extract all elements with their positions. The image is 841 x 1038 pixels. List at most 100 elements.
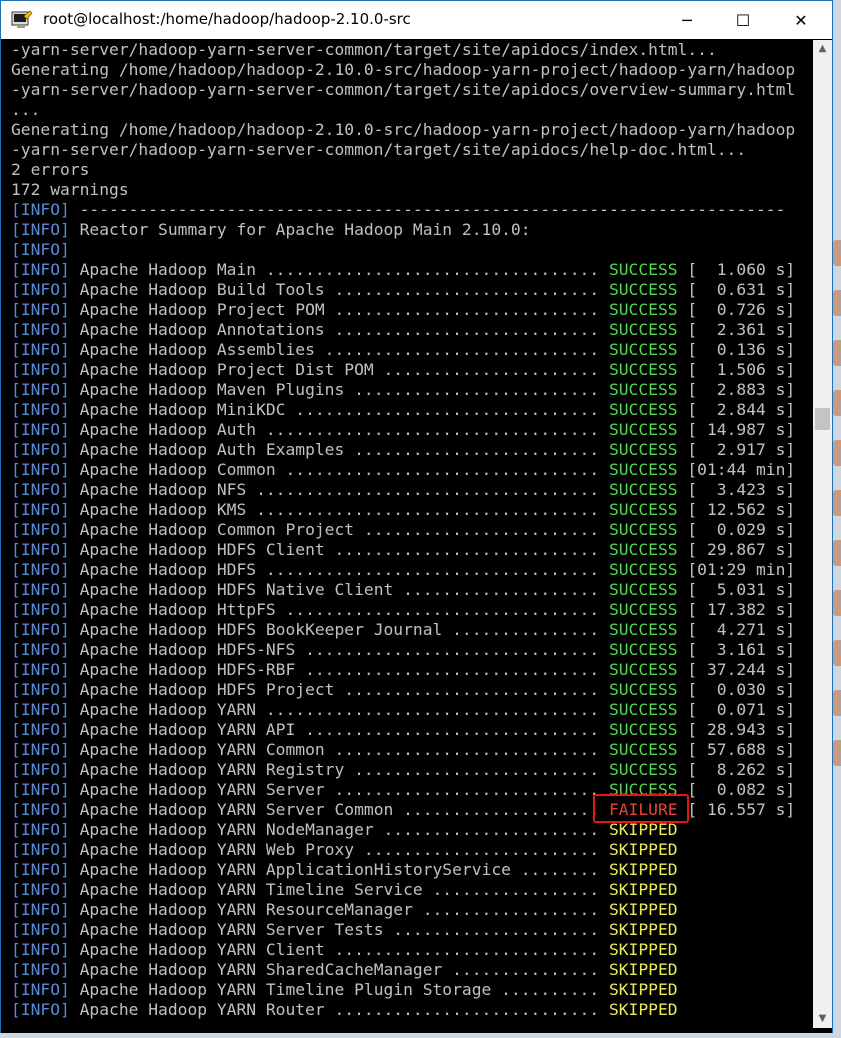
- module-status: SUCCESS: [608, 760, 678, 779]
- info-tag: [INFO]: [11, 380, 70, 399]
- module-name: Apache Hadoop Auth .....................…: [69, 420, 609, 439]
- module-time: [ 0.029 s]: [677, 520, 796, 539]
- module-name: Apache Hadoop YARN Router ..............…: [69, 1000, 609, 1019]
- info-tag: [INFO]: [11, 440, 70, 459]
- preamble-text: 2 errors: [11, 160, 90, 179]
- scroll-up-arrow-icon[interactable]: ▲: [813, 40, 832, 58]
- module-row: [INFO] Apache Hadoop Auth ..............…: [11, 420, 813, 440]
- preamble-line: Generating /home/hadoop/hadoop-2.10.0-sr…: [11, 60, 813, 80]
- preamble-line: ...: [11, 100, 813, 120]
- module-name: Apache Hadoop YARN Common ..............…: [69, 740, 609, 759]
- module-row: [INFO] Apache Hadoop Build Tools .......…: [11, 280, 813, 300]
- module-status: SUCCESS: [608, 380, 678, 399]
- module-name: Apache Hadoop YARN Server Tests ........…: [69, 920, 609, 939]
- module-row: [INFO] Apache Hadoop YARN Server Tests .…: [11, 920, 813, 940]
- module-name: Apache Hadoop HDFS .....................…: [69, 560, 609, 579]
- info-tag: [INFO]: [11, 340, 70, 359]
- scroll-thumb[interactable]: [815, 408, 830, 430]
- module-row: [INFO] Apache Hadoop NFS ...............…: [11, 480, 813, 500]
- module-time: [ 1.506 s]: [677, 360, 796, 379]
- module-row: [INFO] Apache Hadoop YARN API ..........…: [11, 720, 813, 740]
- separator-line: [INFO] ---------------------------------…: [11, 200, 813, 220]
- module-status: SUCCESS: [608, 340, 678, 359]
- module-row: [INFO] Apache Hadoop Project POM .......…: [11, 300, 813, 320]
- module-name: Apache Hadoop Annotations ..............…: [69, 320, 609, 339]
- module-status: SUCCESS: [608, 620, 678, 639]
- module-status: SKIPPED: [608, 880, 678, 899]
- module-name: Apache Hadoop Main .....................…: [69, 260, 609, 279]
- title-bar[interactable]: root@localhost:/home/hadoop/hadoop-2.10.…: [1, 1, 832, 39]
- module-status: SUCCESS: [608, 560, 678, 579]
- module-status: SUCCESS: [608, 320, 678, 339]
- module-status: SUCCESS: [608, 740, 678, 759]
- module-row: [INFO] Apache Hadoop YARN Common .......…: [11, 740, 813, 760]
- preamble-text: 172 warnings: [11, 180, 129, 199]
- vertical-scrollbar[interactable]: ▲ ▼: [813, 40, 832, 1028]
- summary-title: Reactor Summary for Apache Hadoop Main 2…: [69, 220, 531, 239]
- preamble-text: ...: [11, 100, 41, 119]
- module-name: Apache Hadoop Maven Plugins ............…: [69, 380, 609, 399]
- module-status: SKIPPED: [608, 920, 678, 939]
- close-button[interactable]: ✕: [778, 1, 824, 39]
- module-time: [ 4.271 s]: [677, 620, 796, 639]
- info-tag: [INFO]: [11, 960, 70, 979]
- info-tag: [INFO]: [11, 660, 70, 679]
- failure-highlight-box: [593, 794, 689, 823]
- module-row: [INFO] Apache Hadoop HDFS Native Client …: [11, 580, 813, 600]
- module-row: [INFO] Apache Hadoop HDFS-RBF ..........…: [11, 660, 813, 680]
- module-row: [INFO] Apache Hadoop Main ..............…: [11, 260, 813, 280]
- separator-text: ----------------------------------------…: [69, 200, 786, 219]
- module-row: [INFO] Apache Hadoop Common Project ....…: [11, 520, 813, 540]
- module-row: [INFO] Apache Hadoop YARN ResourceManage…: [11, 900, 813, 920]
- info-tag: [INFO]: [11, 600, 70, 619]
- module-status: SUCCESS: [608, 700, 678, 719]
- module-row: [INFO] Apache Hadoop HttpFS ............…: [11, 600, 813, 620]
- module-time: [ 17.382 s]: [677, 600, 796, 619]
- module-name: Apache Hadoop YARN Timeline Service ....…: [69, 880, 609, 899]
- module-name: Apache Hadoop YARN ResourceManager .....…: [69, 900, 609, 919]
- module-time: [ 2.844 s]: [677, 400, 796, 419]
- module-status: SUCCESS: [608, 520, 678, 539]
- info-tag: [INFO]: [11, 1000, 70, 1019]
- info-tag: [INFO]: [11, 560, 70, 579]
- module-row: [INFO] Apache Hadoop Project Dist POM ..…: [11, 360, 813, 380]
- terminal-output[interactable]: -yarn-server/hadoop-yarn-server-common/t…: [11, 40, 813, 1028]
- module-row: [INFO] Apache Hadoop YARN ApplicationHis…: [11, 860, 813, 880]
- info-tag: [INFO]: [11, 200, 70, 219]
- module-row: [INFO] Apache Hadoop HDFS-NFS ..........…: [11, 640, 813, 660]
- info-tag: [INFO]: [11, 760, 70, 779]
- module-name: Apache Hadoop YARN ApplicationHistorySer…: [69, 860, 609, 879]
- info-tag: [INFO]: [11, 720, 70, 739]
- module-row: [INFO] Apache Hadoop YARN Registry .....…: [11, 760, 813, 780]
- module-name: Apache Hadoop HDFS-RBF .................…: [69, 660, 609, 679]
- module-row: [INFO] Apache Hadoop HDFS BookKeeper Jou…: [11, 620, 813, 640]
- info-tag: [INFO]: [11, 220, 70, 239]
- module-status: SUCCESS: [608, 580, 678, 599]
- scroll-down-arrow-icon[interactable]: ▼: [813, 1010, 832, 1028]
- module-name: Apache Hadoop YARN Web Proxy ...........…: [69, 840, 609, 859]
- module-row: [INFO] Apache Hadoop YARN Timeline Servi…: [11, 880, 813, 900]
- module-row: [INFO] Apache Hadoop YARN Client .......…: [11, 940, 813, 960]
- info-tag: [INFO]: [11, 540, 70, 559]
- module-status: SUCCESS: [608, 500, 678, 519]
- minimize-button[interactable]: ─: [664, 1, 710, 39]
- preamble-text: Generating /home/hadoop/hadoop-2.10.0-sr…: [11, 60, 796, 79]
- module-status: SUCCESS: [608, 680, 678, 699]
- module-time: [ 3.161 s]: [677, 640, 796, 659]
- info-tag: [INFO]: [11, 620, 70, 639]
- info-tag: [INFO]: [11, 400, 70, 419]
- module-time: [ 14.987 s]: [677, 420, 796, 439]
- module-name: Apache Hadoop Common Project ...........…: [69, 520, 609, 539]
- module-name: Apache Hadoop Project POM ..............…: [69, 300, 609, 319]
- maximize-button[interactable]: ☐: [720, 1, 766, 39]
- module-row: [INFO] Apache Hadoop YARN NodeManager ..…: [11, 820, 813, 840]
- module-row: [INFO] Apache Hadoop YARN ..............…: [11, 700, 813, 720]
- module-status: SUCCESS: [608, 300, 678, 319]
- module-time: [ 5.031 s]: [677, 580, 796, 599]
- module-time: [ 8.262 s]: [677, 760, 796, 779]
- module-time: [ 28.943 s]: [677, 720, 796, 739]
- terminal-bottom-edge: [1, 1028, 832, 1033]
- info-tag: [INFO]: [11, 520, 70, 539]
- info-tag: [INFO]: [11, 300, 70, 319]
- preamble-text: -yarn-server/hadoop-yarn-server-common/t…: [11, 40, 717, 59]
